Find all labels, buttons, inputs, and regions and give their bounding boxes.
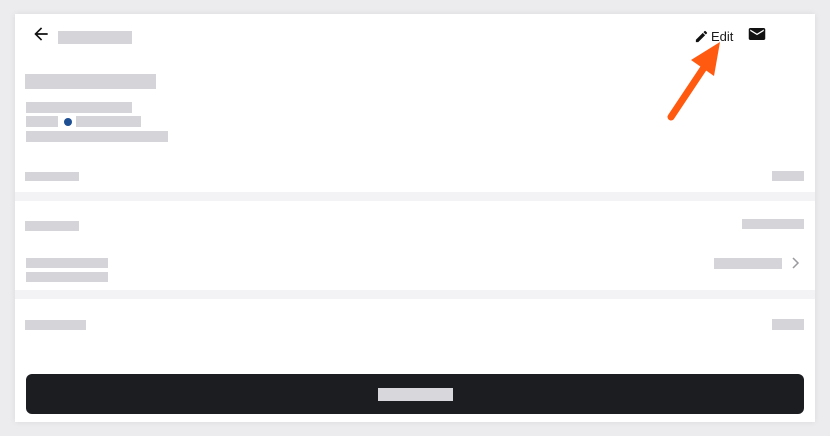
edit-button[interactable]: Edit [694,26,733,46]
detail-card: Edit [15,14,815,422]
meta-left-placeholder [26,116,58,127]
detail-line-placeholder [26,131,168,142]
pencil-icon [695,30,708,42]
page-title-placeholder [58,31,132,44]
chevron-right-icon [789,256,801,270]
header-section: Edit [15,14,815,192]
meta-right-placeholder [76,116,141,127]
arrow-left-icon [34,27,48,41]
list-item-title-placeholder [26,258,108,268]
section-value-placeholder [742,219,804,229]
list-item[interactable] [15,251,815,287]
primary-button-label-placeholder [378,388,453,401]
footer-value-placeholder [772,319,804,330]
list-item-value-placeholder [714,258,782,269]
record-title-placeholder [25,74,156,89]
edit-label: Edit [711,28,734,44]
subtitle-placeholder [26,102,132,113]
list-item-subtitle-placeholder [26,272,108,282]
footer-label-placeholder [25,320,86,330]
row-value-placeholder [772,171,804,181]
envelope-icon [748,28,766,40]
message-button[interactable] [748,26,766,42]
section-label-placeholder [25,221,79,231]
row-label-placeholder [25,172,79,181]
primary-action-button[interactable] [26,374,804,414]
back-button[interactable] [31,24,51,44]
status-dot [64,118,72,126]
info-section [15,201,815,290]
